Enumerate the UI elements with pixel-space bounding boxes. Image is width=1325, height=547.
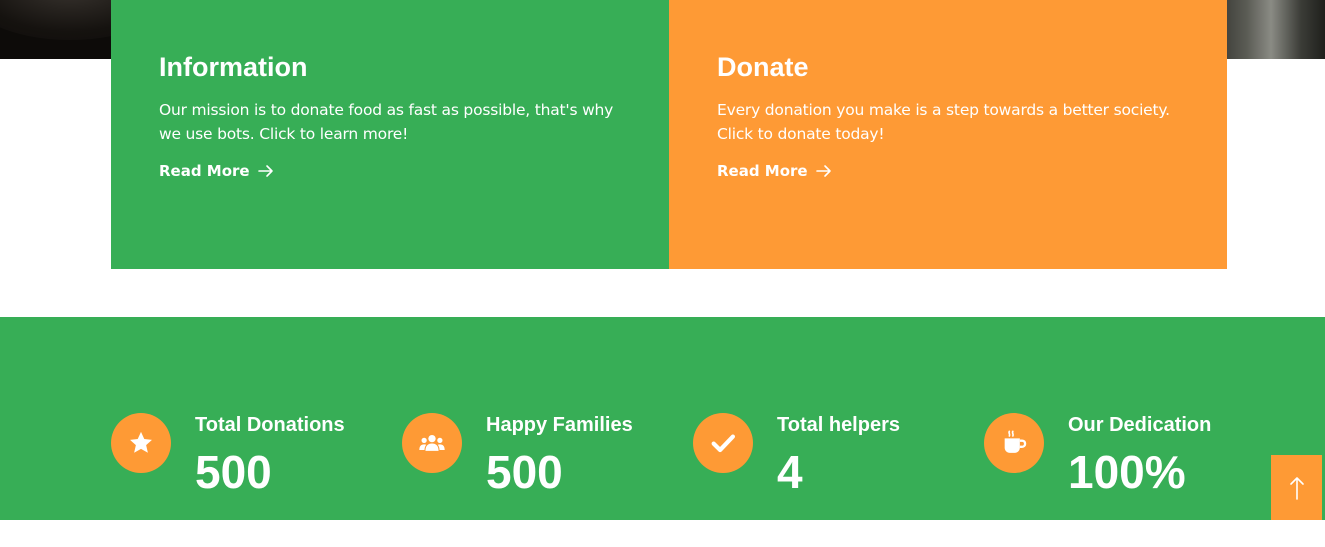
information-read-more-link[interactable]: Read More	[159, 162, 274, 180]
stat-value: 500	[486, 446, 563, 498]
stat-label: Total Donations	[195, 414, 345, 436]
users-icon	[419, 434, 445, 451]
arrow-up-icon	[1289, 476, 1304, 500]
information-text: Our mission is to donate food as fast as…	[159, 101, 614, 143]
stat-label: Happy Families	[486, 414, 633, 436]
donate-card: Donate Every donation you make is a step…	[669, 0, 1227, 269]
information-title: Information	[159, 52, 308, 82]
stat-label: Our Dedication	[1068, 414, 1212, 436]
stat-value: 4	[777, 446, 803, 498]
stat-value: 100%	[1068, 446, 1186, 498]
information-card: Information Our mission is to donate foo…	[111, 0, 669, 269]
read-more-label: Read More	[717, 162, 808, 180]
arrow-right-icon	[257, 165, 273, 177]
donate-title: Donate	[717, 52, 809, 82]
stat-icon-circle	[984, 413, 1044, 473]
star-icon	[130, 431, 152, 453]
stats-section: Total Donations 500 Happy Families 500 T…	[0, 317, 1325, 520]
check-icon	[711, 434, 736, 453]
stat-label: Total helpers	[777, 414, 900, 436]
stat-icon-circle	[111, 413, 171, 473]
read-more-label: Read More	[159, 162, 250, 180]
stat-icon-circle	[402, 413, 462, 473]
arrow-right-icon	[815, 165, 831, 177]
stat-icon-circle	[693, 413, 753, 473]
coffee-icon	[1004, 430, 1027, 453]
stat-value: 500	[195, 446, 272, 498]
back-to-top-button[interactable]	[1271, 455, 1322, 520]
donate-read-more-link[interactable]: Read More	[717, 162, 832, 180]
donate-text: Every donation you make is a step toward…	[717, 101, 1170, 143]
